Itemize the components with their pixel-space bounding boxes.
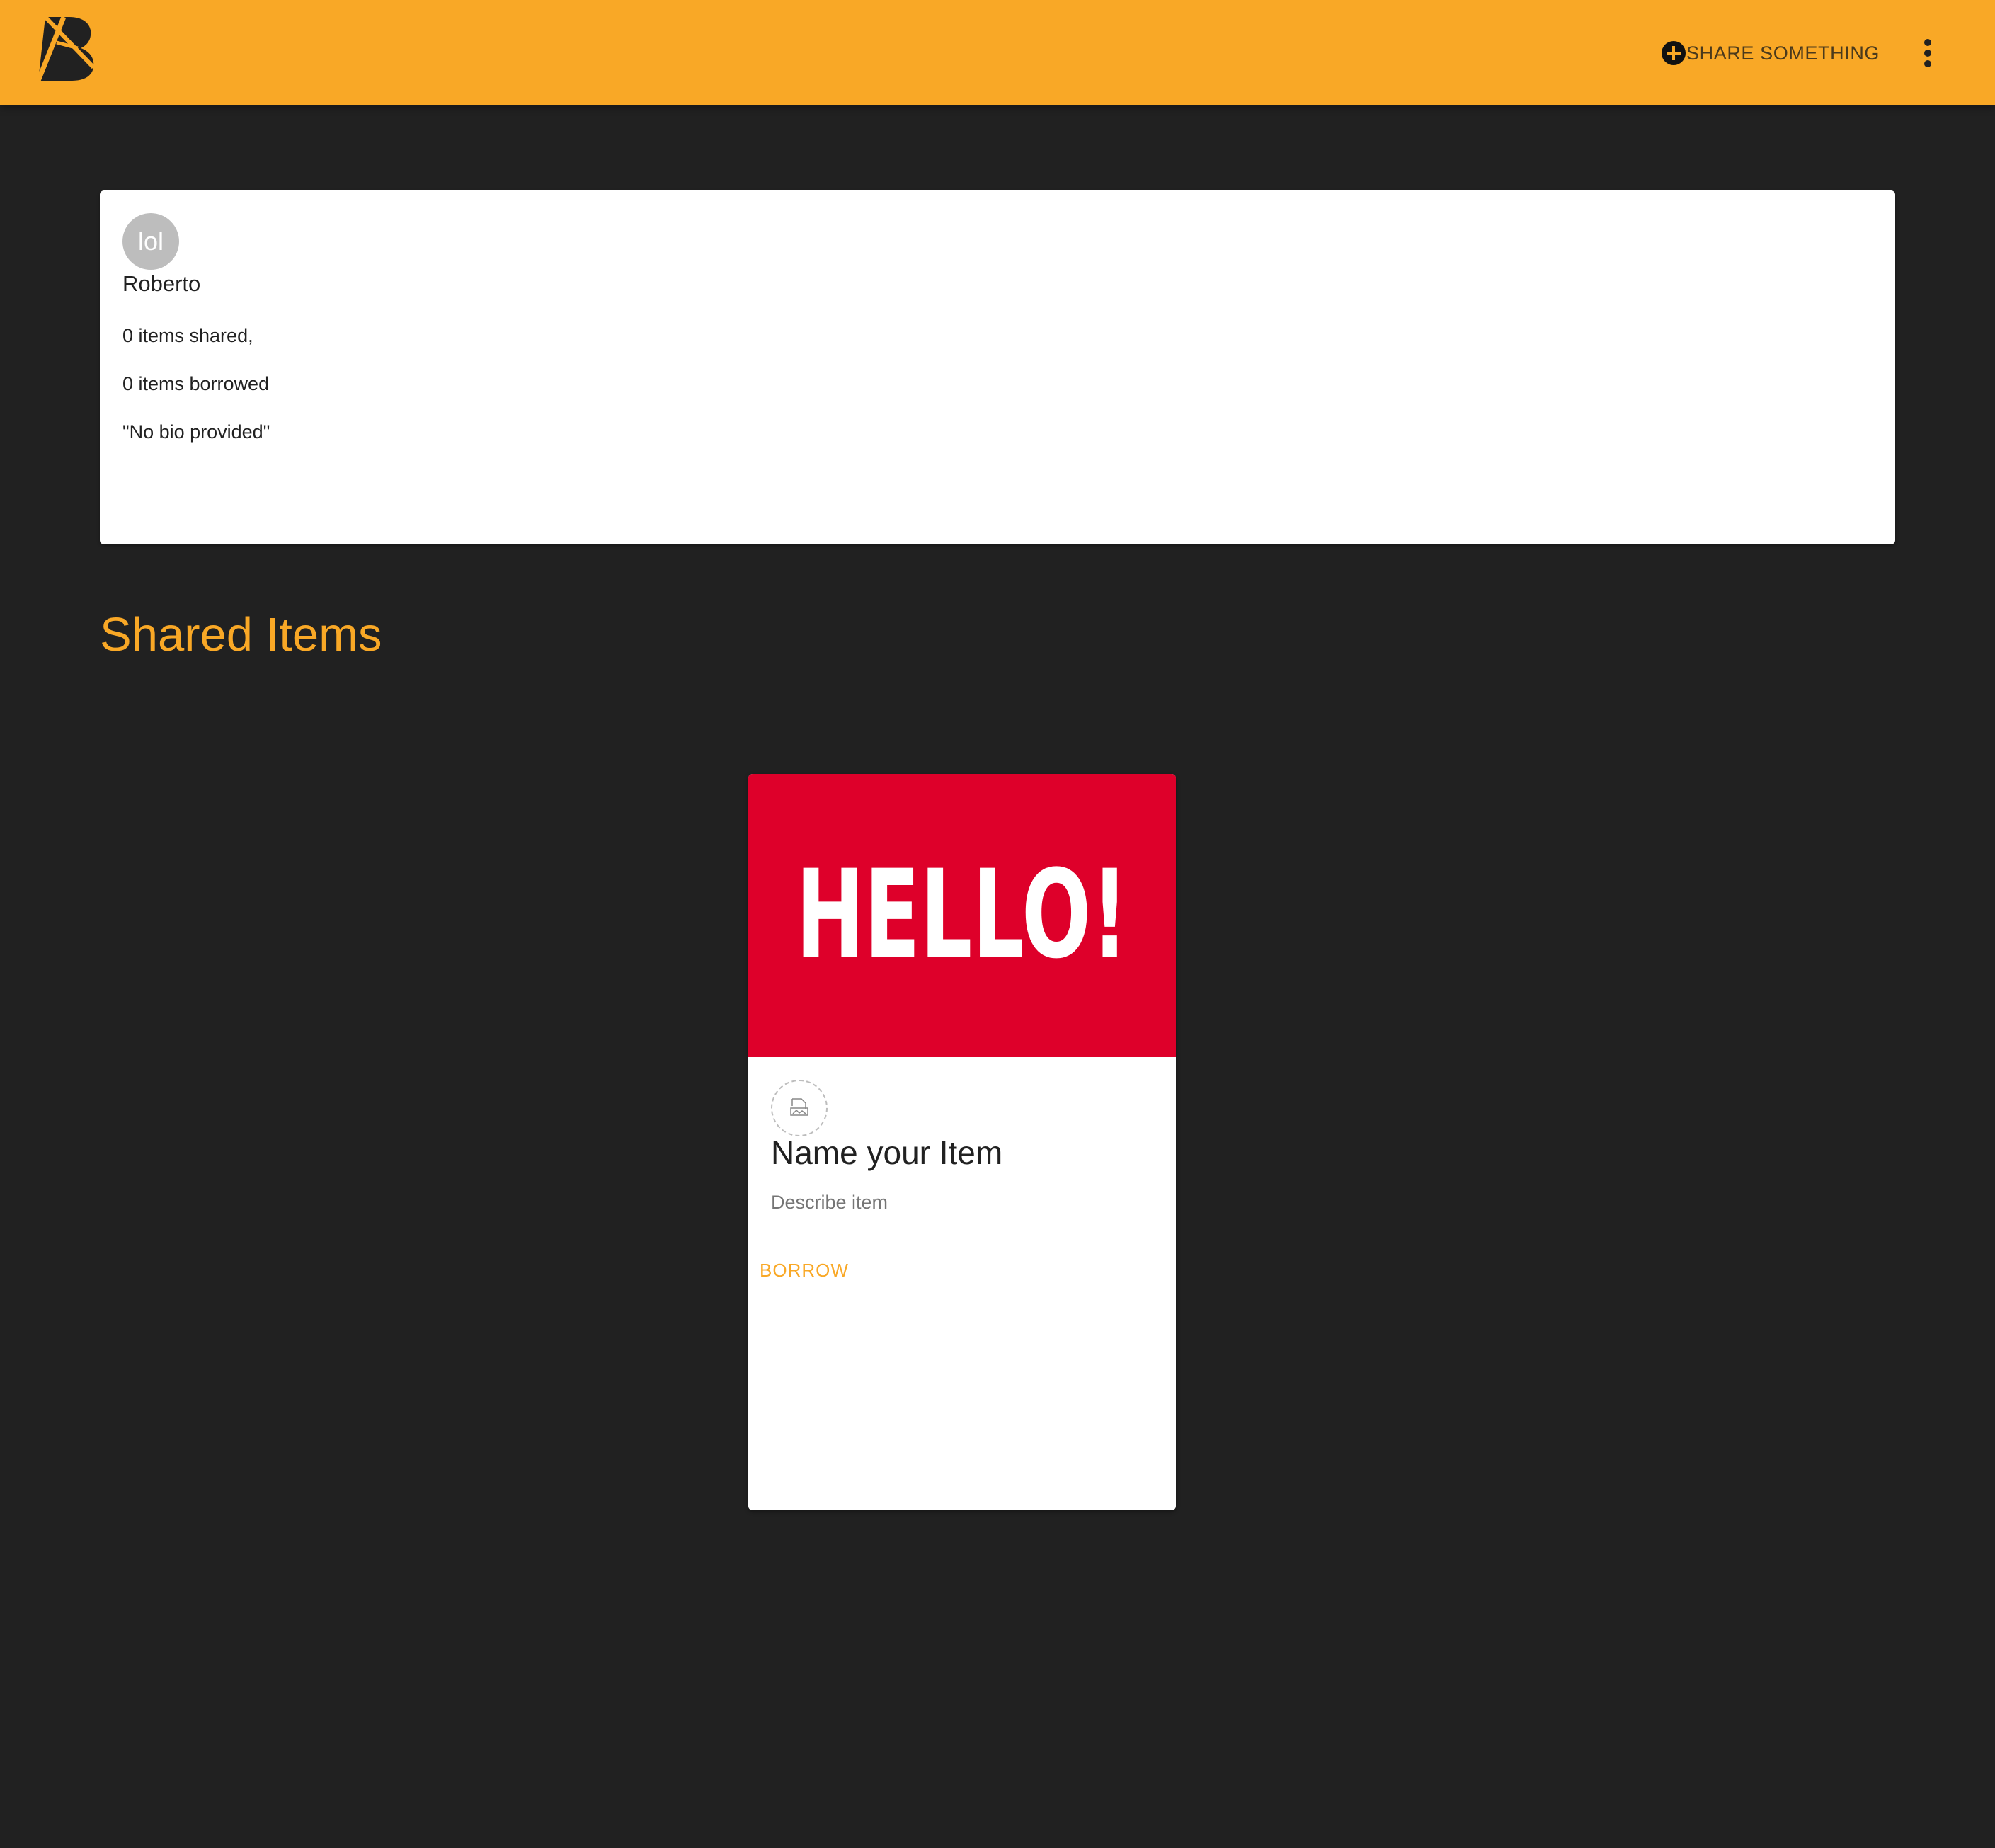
shared-items-title: Shared Items <box>100 608 382 661</box>
item-card: HELLO! Name your Item Describe item BORR… <box>748 774 1176 1510</box>
profile-bio: "No bio provided" <box>122 421 270 443</box>
hello-logo-image: HELLO! <box>796 852 1128 979</box>
items-borrowed-count: 0 items borrowed <box>122 373 270 394</box>
profile-name: Roberto <box>122 271 201 296</box>
broken-image-icon <box>789 1096 810 1121</box>
hello-logo-text: HELLO! <box>796 852 1128 979</box>
item-image: HELLO! <box>748 774 1176 1057</box>
boomtown-logo-icon[interactable] <box>35 14 96 82</box>
item-description: Describe item <box>771 1192 888 1213</box>
borrow-button[interactable]: BORROW <box>760 1260 849 1282</box>
items-shared-count: 0 items shared, <box>122 325 253 346</box>
app-bar: SHARE SOMETHING <box>0 0 1995 105</box>
owner-avatar[interactable] <box>771 1080 828 1136</box>
avatar: lol <box>122 213 179 270</box>
profile-card: lol Roberto 0 items shared, 0 items borr… <box>100 190 1895 544</box>
share-something-button[interactable]: SHARE SOMETHING <box>1661 38 1880 68</box>
plus-circle-icon <box>1661 40 1686 66</box>
share-something-label: SHARE SOMETHING <box>1686 42 1880 64</box>
more-vertical-icon[interactable] <box>1917 35 1938 71</box>
item-title: Name your Item <box>771 1134 1003 1171</box>
